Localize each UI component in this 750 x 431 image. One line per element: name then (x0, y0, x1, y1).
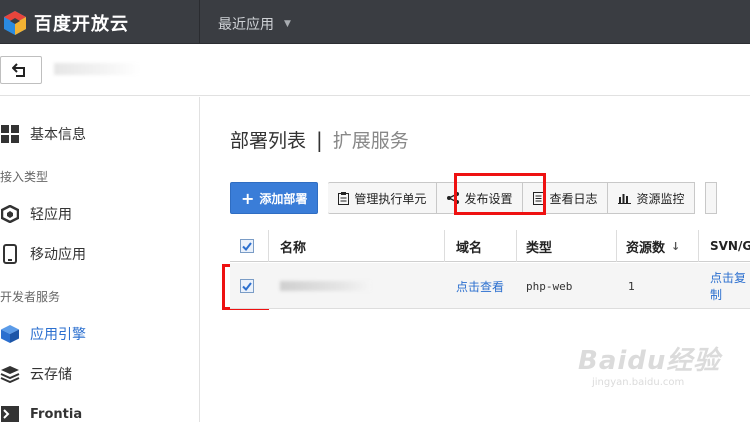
sidebar-item-label: 基本信息 (30, 127, 86, 143)
app-header (0, 44, 750, 96)
sidebar-item-mobile-app[interactable]: 移动应用 (0, 237, 198, 271)
view-domain-link[interactable]: 点击查看 (456, 263, 504, 309)
manage-units-button[interactable]: 管理执行单元 (328, 182, 438, 214)
sidebar-item-label: 移动应用 (30, 247, 86, 263)
select-all-cell (240, 230, 254, 262)
sidebar-item-frontia[interactable]: Frontia (0, 397, 198, 431)
bar-chart-icon (618, 194, 632, 204)
row-checkbox[interactable] (240, 279, 254, 293)
column-divider (444, 230, 445, 262)
column-divider (268, 230, 269, 262)
caret-down-icon: ▼ (284, 19, 291, 29)
sidebar-group-developer-services: 开发者服务 (0, 290, 61, 304)
add-deploy-label: 添加部署 (259, 191, 308, 206)
column-divider (616, 230, 617, 262)
resource-count: 1 (628, 279, 635, 293)
resource-monitor-label: 资源监控 (636, 191, 685, 206)
add-deploy-button[interactable]: + 添加部署 (230, 182, 319, 214)
sidebar-item-app-engine[interactable]: 应用引擎 (0, 317, 198, 351)
manage-units-label: 管理执行单元 (354, 191, 427, 206)
deploy-name-blurred (280, 263, 370, 309)
column-divider (516, 230, 517, 262)
sidebar-item-light-app[interactable]: 轻应用 (0, 197, 198, 231)
sidebar-group-access-type: 接入类型 (0, 170, 49, 184)
sidebar-item-basic-info[interactable]: 基本信息 (0, 117, 198, 151)
checkmark-icon (242, 241, 252, 251)
layers-icon (0, 364, 20, 384)
sidebar-item-label: 轻应用 (30, 207, 72, 223)
checkmark-icon (242, 281, 252, 291)
baidu-cloud-logo-icon (4, 11, 26, 35)
tab-deploy-list[interactable]: 部署列表 (230, 126, 306, 153)
sidebar-item-label: Frontia (30, 406, 83, 422)
column-resources-label: 资源数 (626, 240, 666, 256)
column-resources[interactable]: 资源数 ↓ (626, 230, 680, 262)
column-name[interactable]: 名称 (280, 230, 306, 262)
view-logs-label: 查看日志 (549, 191, 598, 206)
logo-text: 百度开放云 (34, 14, 129, 35)
terminal-icon (0, 404, 20, 424)
recent-apps-dropdown[interactable]: 最近应用 ▼ (218, 14, 291, 34)
watermark-main: Baidu经验 (578, 346, 721, 376)
logo[interactable]: 百度开放云 (0, 0, 200, 44)
sidebar-item-cloud-storage[interactable]: 云存储 (0, 357, 198, 391)
page-title: 部署列表 | 扩展服务 (230, 126, 409, 153)
more-button[interactable] (705, 182, 718, 214)
divider (199, 0, 200, 44)
return-arrow-icon (12, 63, 25, 77)
sort-down-arrow-icon: ↓ (671, 239, 681, 253)
app-name-blurred (54, 63, 140, 75)
select-all-checkbox[interactable] (240, 239, 254, 253)
clipboard-icon (338, 191, 350, 205)
watermark-sub: jingyan.baidu.com (592, 377, 685, 388)
recent-apps-label: 最近应用 (218, 17, 274, 33)
resource-monitor-button[interactable]: 资源监控 (608, 182, 696, 214)
phone-icon (0, 244, 20, 264)
title-separator: | (316, 127, 323, 152)
tab-extension-services[interactable]: 扩展服务 (333, 126, 409, 153)
deploy-type: php-web (526, 279, 573, 293)
column-domain[interactable]: 域名 (456, 230, 482, 262)
copy-repo-link[interactable]: 点击复制 (710, 263, 750, 309)
publish-settings-highlight (454, 173, 546, 215)
top-navigation-bar: 百度开放云 最近应用 ▼ (0, 0, 750, 44)
column-divider (698, 230, 699, 262)
column-repo[interactable]: SVN/G (710, 230, 750, 262)
sidebar-item-label: 应用引擎 (30, 327, 86, 343)
engine-cube-icon (0, 324, 20, 344)
plus-icon: + (241, 188, 255, 208)
table-header: 名称 域名 类型 资源数 ↓ SVN/G (230, 230, 750, 262)
column-type[interactable]: 类型 (526, 230, 552, 262)
sidebar: 基本信息 接入类型 轻应用 移动应用 开发者服务 应用引擎 云存储 Fronti… (0, 97, 200, 422)
table-row[interactable]: 点击查看 php-web 1 点击复制 (230, 263, 750, 309)
grid-icon (0, 124, 20, 144)
watermark: Baidu经验 jingyan.baidu.com (578, 340, 738, 410)
back-button[interactable] (0, 56, 42, 84)
cube-icon (0, 204, 20, 224)
row-select-cell (240, 263, 254, 309)
sidebar-item-label: 云存储 (30, 367, 72, 383)
